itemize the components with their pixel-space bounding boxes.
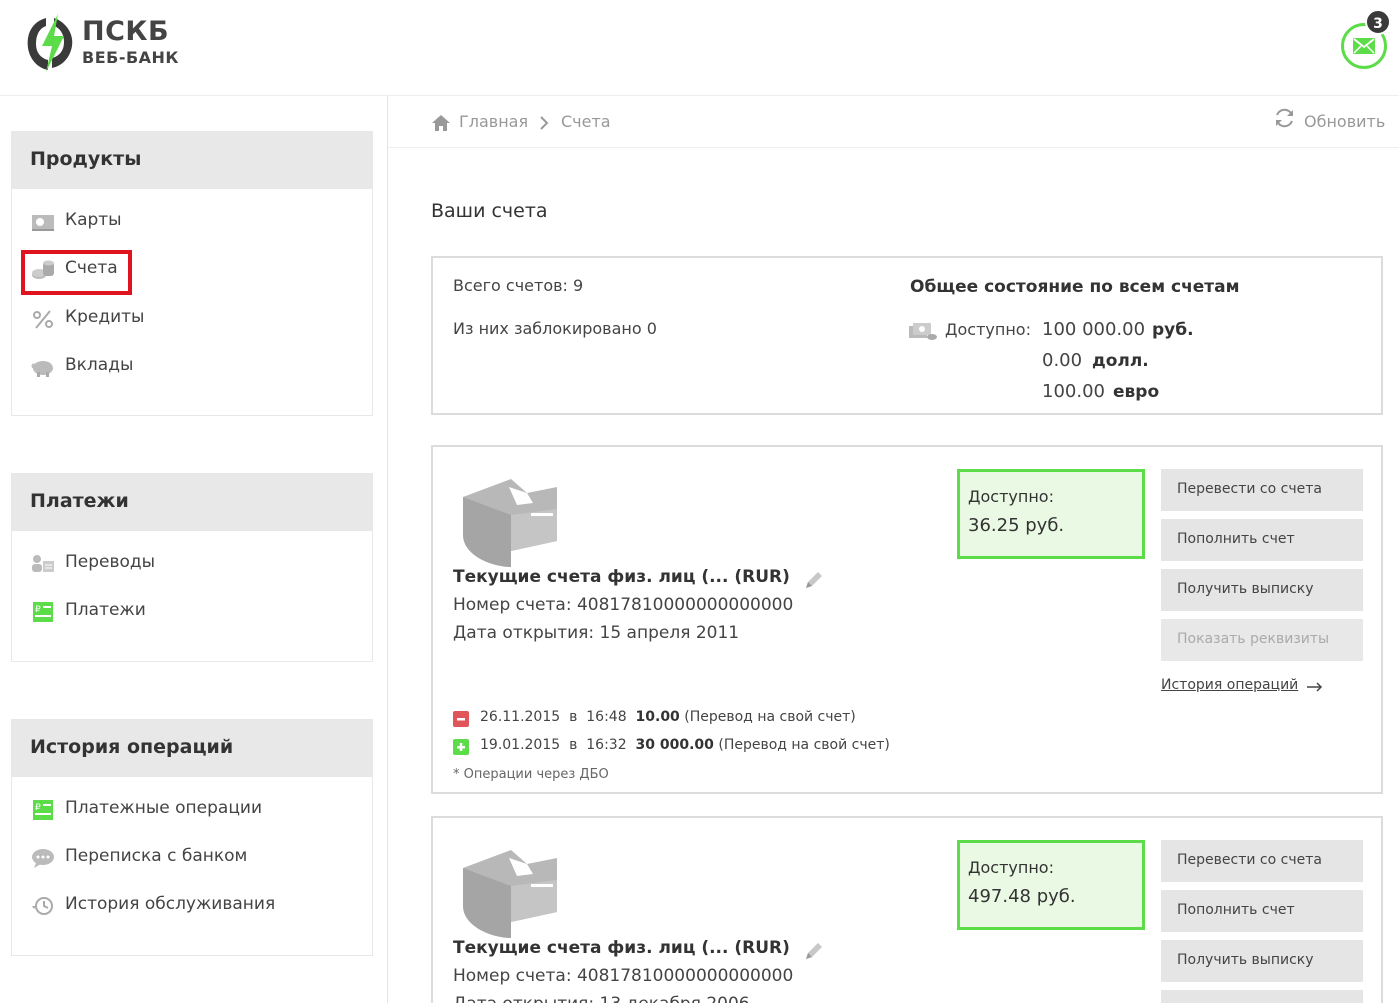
available-balance-box: Доступно: 497.48 руб. [957, 840, 1145, 930]
available-label: Доступно: [968, 858, 1054, 877]
breadcrumb: Главная Счета [388, 96, 1399, 148]
available-value: 36.25 руб. [968, 515, 1065, 536]
payments-panel-title: Платежи [12, 473, 372, 531]
blocked-accounts: Из них заблокировано 0 [453, 319, 657, 338]
sidebar-item-label: Вклады [65, 355, 134, 375]
unread-count-badge: 3 [1365, 9, 1391, 35]
sidebar-item-label: Кредиты [65, 307, 145, 327]
available-value: 497.48 руб. [968, 886, 1076, 907]
sidebar-divider [387, 96, 388, 1003]
operations-history-label: История операций [1161, 677, 1299, 693]
sidebar-item-label: Карты [65, 210, 122, 230]
account-open-date: Дата открытия: 13 декабря 2006 [453, 994, 750, 1003]
home-icon[interactable] [431, 114, 451, 132]
refresh-label: Обновить [1304, 112, 1386, 131]
money-stack-icon [909, 323, 937, 340]
get-statement-button[interactable]: Получить выписку [1161, 569, 1363, 611]
balance-rub-currency: руб. [1152, 320, 1194, 340]
percent-icon [33, 310, 53, 329]
history-panel-title: История операций [12, 719, 372, 777]
account-number: Номер счета: 40817810000000000000 [453, 966, 794, 986]
accounts-summary: Всего счетов: 9 Из них заблокировано 0 О… [431, 256, 1383, 415]
operation-text: 26.11.2015 в 16:48 10.00 (Перевод на сво… [480, 709, 856, 725]
ruble-receipt-icon: ₽ [33, 602, 53, 622]
transfer-from-account-button[interactable]: Перевести со счета [1161, 469, 1363, 511]
wallet-icon [463, 850, 557, 938]
breadcrumb-home-link[interactable]: Главная [459, 112, 528, 131]
chevron-right-icon [540, 116, 549, 130]
top-up-account-button[interactable]: Пополнить счет [1161, 519, 1363, 561]
available-label: Доступно: [968, 487, 1054, 506]
balance-usd-amount: 0.00 [1042, 350, 1083, 371]
plus-icon [453, 739, 469, 755]
operations-note: * Операции через ДБО [453, 767, 609, 782]
transfer-icon [32, 555, 54, 572]
get-statement-button[interactable]: Получить выписку [1161, 940, 1363, 982]
history-clock-icon [32, 897, 53, 915]
breadcrumb-current: Счета [561, 112, 611, 131]
logo-mark-icon [27, 14, 73, 72]
svg-text:₽: ₽ [35, 605, 41, 615]
header: ПСКБ ВЕБ-БАНК 3 [0, 0, 1399, 96]
show-requisites-button[interactable]: Показать реквизиты [1161, 619, 1363, 661]
account-card: Текущие счета физ. лиц (... (RUR) Номер … [431, 816, 1383, 1003]
logo-subtitle: ВЕБ-БАНК [82, 48, 180, 67]
account-name: Текущие счета физ. лиц (... (RUR) [453, 567, 790, 587]
account-card: Текущие счета физ. лиц (... (RUR) Номер … [431, 445, 1383, 794]
arrow-right-icon [1307, 682, 1323, 692]
balance-usd-currency: долл. [1092, 351, 1149, 371]
wallet-icon [463, 479, 557, 567]
edit-name-icon[interactable] [803, 571, 823, 591]
sidebar-item-label: История обслуживания [65, 894, 276, 914]
total-accounts: Всего счетов: 9 [453, 276, 584, 295]
sidebar-item-label: Платежи [65, 600, 146, 620]
edit-name-icon[interactable] [803, 942, 823, 962]
show-requisites-button[interactable]: Показать реквизиты [1161, 990, 1363, 1003]
transfer-from-account-button[interactable]: Перевести со счета [1161, 840, 1363, 882]
piggy-bank-icon [31, 361, 53, 377]
card-icon [32, 215, 54, 231]
active-item-highlight [21, 250, 132, 295]
logo-title: ПСКБ [82, 16, 170, 47]
account-open-date: Дата открытия: 15 апреля 2011 [453, 623, 740, 643]
available-balance-box: Доступно: 36.25 руб. [957, 469, 1145, 559]
svg-text:₽: ₽ [35, 803, 41, 813]
summary-available-label: Доступно: [945, 320, 1031, 339]
minus-icon [453, 711, 469, 727]
sidebar-item-label: Платежные операции [65, 798, 262, 818]
envelope-icon [1353, 38, 1375, 54]
ruble-receipt-icon: ₽ [33, 800, 53, 820]
account-number: Номер счета: 40817810000000000000 [453, 595, 794, 615]
products-panel-title: Продукты [12, 131, 372, 189]
top-up-account-button[interactable]: Пополнить счет [1161, 890, 1363, 932]
operations-history-link[interactable]: История операций [1161, 677, 1323, 693]
sidebar-item-label: Переписка с банком [65, 846, 248, 866]
history-panel: История операций [11, 719, 373, 956]
balance-rub-amount: 100 000.00 [1042, 319, 1146, 340]
chat-bubble-icon [32, 849, 54, 868]
bank-logo[interactable]: ПСКБ ВЕБ-БАНК [24, 12, 194, 74]
account-name: Текущие счета физ. лиц (... (RUR) [453, 938, 790, 958]
sidebar-item-label: Переводы [65, 552, 156, 572]
operation-text: 19.01.2015 в 16:32 30 000.00 (Перевод на… [480, 737, 890, 753]
balance-eur-currency: евро [1113, 382, 1160, 402]
balance-eur-amount: 100.00 [1042, 381, 1105, 402]
page-title: Ваши счета [431, 200, 548, 222]
refresh-icon [1276, 108, 1293, 128]
overall-status-title: Общее состояние по всем счетам [910, 277, 1240, 297]
